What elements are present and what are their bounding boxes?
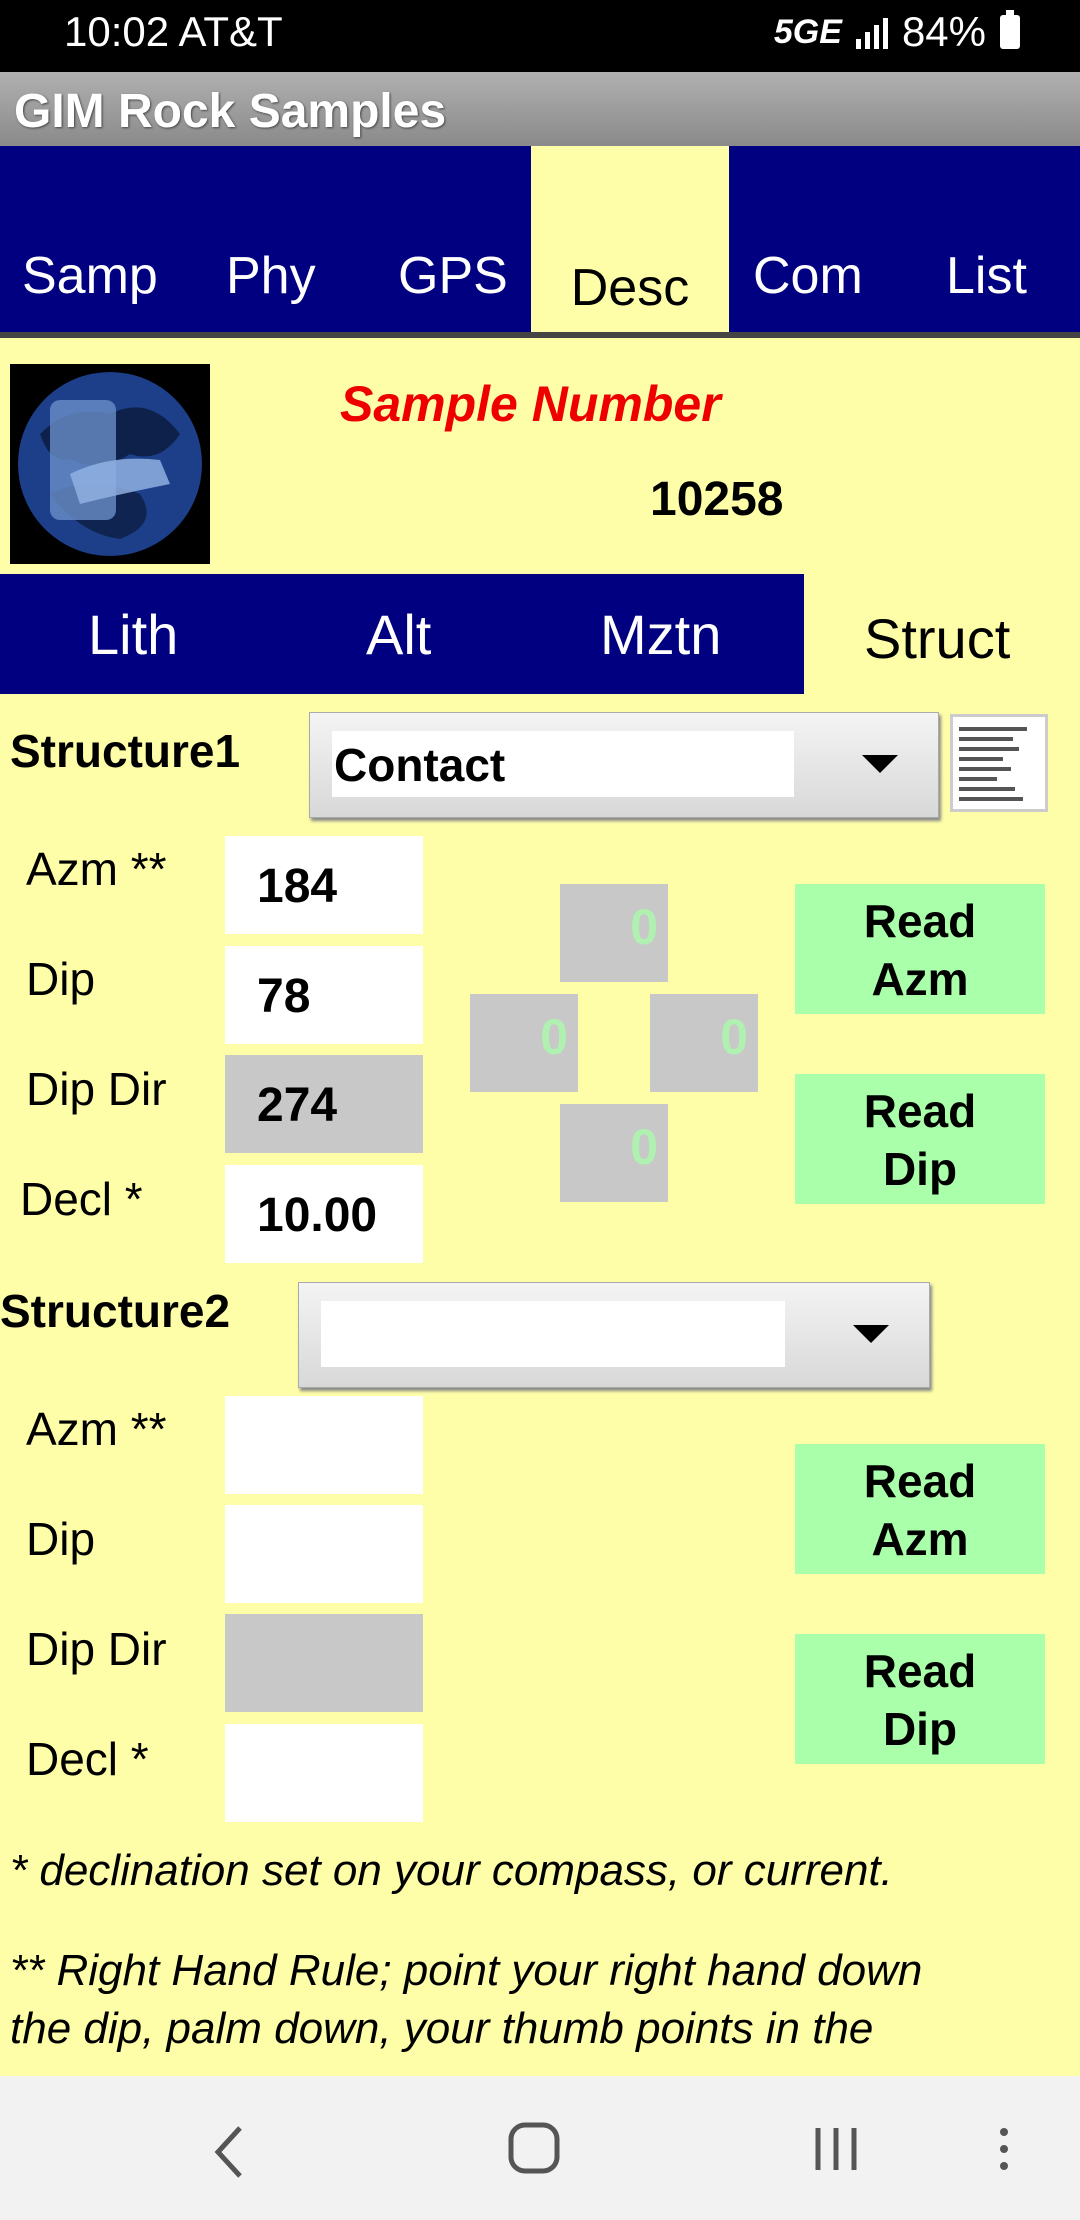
structure2-type-value xyxy=(321,1301,785,1367)
status-bar: 10:02 AT&T 5GE 84% xyxy=(0,0,1080,72)
signal-icon xyxy=(855,15,888,49)
subtab-mztn[interactable]: Mztn xyxy=(600,602,721,667)
structure2-azm-label: Azm ** xyxy=(26,1403,167,1455)
structure2-azm-input[interactable] xyxy=(225,1396,423,1494)
main-tabs: Samp Phy GPS Desc Com List xyxy=(0,146,1080,338)
chevron-down-icon xyxy=(853,1325,889,1343)
tab-com[interactable]: Com xyxy=(753,246,863,306)
recent-apps-icon[interactable] xyxy=(812,2124,862,2174)
structure1-dipdir-value: 274 xyxy=(225,1055,423,1153)
structure1-azm-input[interactable]: 184 xyxy=(225,836,423,934)
app-title: GIM Rock Samples xyxy=(14,85,447,138)
sample-number-label: Sample Number xyxy=(340,376,721,432)
tab-desc[interactable]: Desc xyxy=(531,146,729,338)
structure2-read-azm-button[interactable]: Read Azm xyxy=(795,1444,1045,1574)
tab-phy[interactable]: Phy xyxy=(226,246,316,306)
tab-list[interactable]: List xyxy=(946,246,1027,306)
structure2-dip-label: Dip xyxy=(26,1513,96,1565)
tab-samp[interactable]: Samp xyxy=(22,246,158,306)
back-icon[interactable] xyxy=(210,2124,250,2180)
compass-left: 0 xyxy=(470,994,578,1092)
structure1-azm-label: Azm ** xyxy=(26,843,167,895)
battery-icon xyxy=(1000,10,1020,49)
compass-bottom: 0 xyxy=(560,1104,668,1202)
structure1-type-value: Contact xyxy=(332,731,794,797)
list-icon[interactable] xyxy=(950,714,1048,812)
structure2-label: Structure2 xyxy=(0,1285,231,1337)
structure1-read-azm-button[interactable]: Read Azm xyxy=(795,884,1045,1014)
structure1-read-dip-button[interactable]: Read Dip xyxy=(795,1074,1045,1204)
structure1-dip-input[interactable]: 78 xyxy=(225,946,423,1044)
system-nav-bar xyxy=(0,2076,1080,2220)
more-options-icon[interactable] xyxy=(994,2126,1014,2172)
structure2-dip-input[interactable] xyxy=(225,1505,423,1603)
structure2-decl-input[interactable] xyxy=(225,1724,423,1822)
structure2-decl-label: Decl * xyxy=(26,1733,149,1785)
structure1-dip-label: Dip xyxy=(26,953,96,1005)
structure2-dipdir-value xyxy=(225,1614,423,1712)
app-logo xyxy=(10,364,210,564)
structure1-decl-label: Decl * xyxy=(20,1173,143,1225)
compass-right: 0 xyxy=(650,994,758,1092)
rhr-note-line1: ** Right Hand Rule; point your right han… xyxy=(10,1946,923,1995)
tab-desc-label: Desc xyxy=(570,259,690,317)
tab-gps[interactable]: GPS xyxy=(398,246,508,306)
subtab-lith[interactable]: Lith xyxy=(88,602,178,667)
rhr-note-line2: the dip, palm down, your thumb points in… xyxy=(10,2004,874,2053)
battery-percent: 84% xyxy=(901,8,986,55)
sample-number-value: 10258 xyxy=(650,473,784,526)
subtab-struct[interactable]: Struct xyxy=(864,606,1010,671)
structure2-read-dip-button[interactable]: Read Dip xyxy=(795,1634,1045,1764)
tab-divider xyxy=(0,332,1080,338)
declination-note: * declination set on your compass, or cu… xyxy=(10,1846,893,1895)
app-title-bar: GIM Rock Samples xyxy=(0,72,1080,146)
compass-top: 0 xyxy=(560,884,668,982)
structure1-decl-input[interactable]: 10.00 xyxy=(225,1165,423,1263)
subtab-alt[interactable]: Alt xyxy=(366,602,431,667)
home-icon[interactable] xyxy=(506,2120,562,2176)
chevron-down-icon xyxy=(862,755,898,773)
structure1-label: Structure1 xyxy=(10,725,241,777)
structure1-type-dropdown[interactable]: Contact xyxy=(309,712,939,818)
structure2-type-dropdown[interactable] xyxy=(298,1282,930,1388)
structure2-dipdir-label: Dip Dir xyxy=(26,1623,167,1675)
status-time: 10:02 AT&T xyxy=(64,8,283,55)
structure1-dipdir-label: Dip Dir xyxy=(26,1063,167,1115)
network-indicator: 5GE xyxy=(773,12,842,51)
